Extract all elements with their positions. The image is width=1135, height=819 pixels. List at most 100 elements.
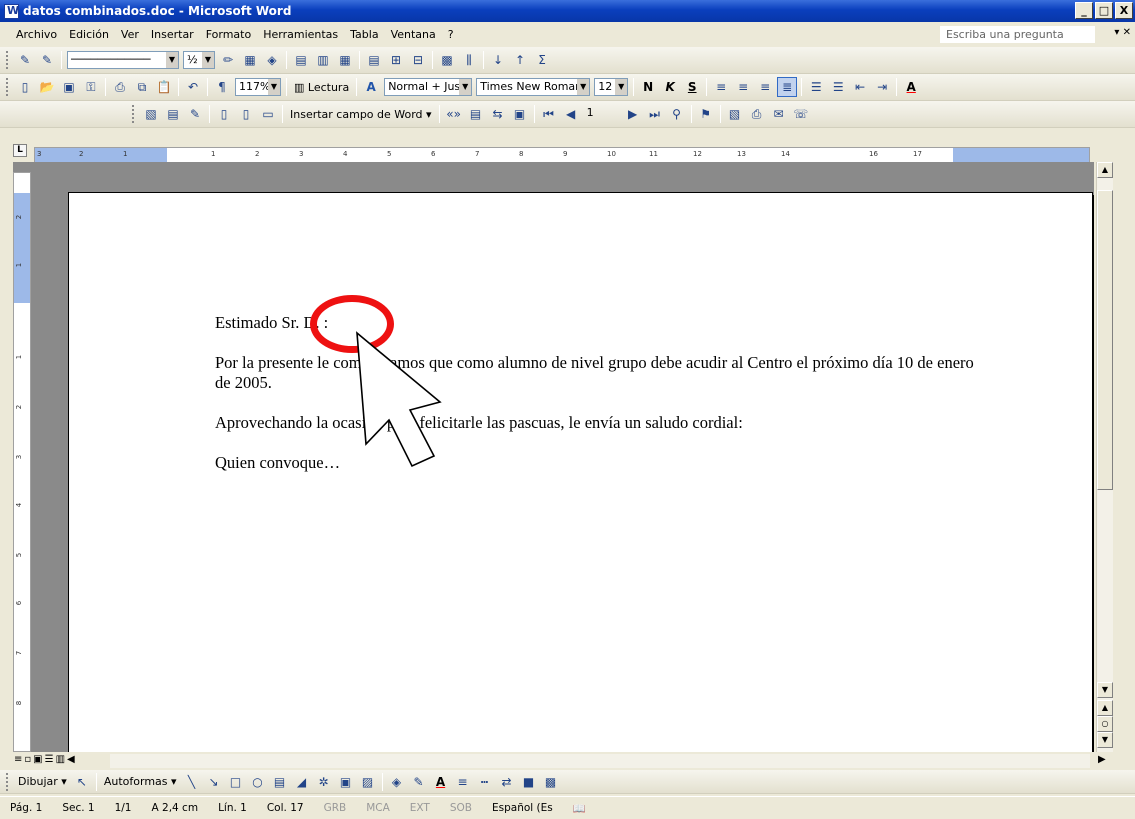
- undo-icon[interactable]: ↶: [183, 77, 203, 97]
- record-number-input[interactable]: 1: [584, 105, 620, 123]
- shading-icon[interactable]: ◈: [262, 50, 282, 70]
- status-extend[interactable]: EXT: [400, 802, 440, 814]
- picture-icon[interactable]: ▨: [358, 772, 378, 792]
- reading-view-icon[interactable]: ▥: [56, 754, 65, 765]
- prev-page-icon[interactable]: ▲: [1097, 700, 1113, 716]
- toolbar-grip[interactable]: [6, 78, 10, 96]
- paragraph-notice[interactable]: Por la presente le comunicamos que como …: [215, 353, 975, 393]
- insert-fields-icon[interactable]: ▭: [258, 104, 278, 124]
- find-entry-icon[interactable]: ⚲: [667, 104, 687, 124]
- insert-word-field-button[interactable]: Insertar campo de Word ▾: [286, 108, 436, 121]
- match-fields-icon[interactable]: ⇆: [488, 104, 508, 124]
- align-left-icon[interactable]: ≡: [711, 77, 731, 97]
- decrease-indent-icon[interactable]: ⇤: [850, 77, 870, 97]
- last-record-icon[interactable]: ⏭: [645, 104, 665, 124]
- status-record-macro[interactable]: GRB: [314, 802, 357, 814]
- next-record-icon[interactable]: ▶: [623, 104, 643, 124]
- insert-address-icon[interactable]: ▯: [214, 104, 234, 124]
- edit2-icon[interactable]: ✎: [37, 50, 57, 70]
- autosum-icon[interactable]: Σ: [532, 50, 552, 70]
- font-select[interactable]: Times New Roman ▼: [476, 78, 591, 96]
- bullets-icon[interactable]: ☰: [828, 77, 848, 97]
- toolbar-grip[interactable]: [132, 105, 136, 123]
- line-width-select[interactable]: ½ ▼: [183, 51, 215, 69]
- next-page-icon[interactable]: ▼: [1097, 732, 1113, 748]
- copy-icon[interactable]: ⧉: [132, 77, 152, 97]
- main-doc-setup-icon[interactable]: ▧: [141, 104, 161, 124]
- draw-menu-button[interactable]: Dibujar ▾: [14, 775, 71, 788]
- view-merged-icon[interactable]: «»: [444, 104, 464, 124]
- oval-icon[interactable]: ○: [248, 772, 268, 792]
- menu-formato[interactable]: Formato: [200, 28, 258, 41]
- border-icon[interactable]: ▦: [240, 50, 260, 70]
- rectangle-icon[interactable]: □: [226, 772, 246, 792]
- paragraph-signature[interactable]: Quien convoque…: [215, 453, 975, 473]
- zoom-select[interactable]: 117% ▼: [235, 78, 281, 96]
- permission-icon[interactable]: ⚿: [81, 77, 101, 97]
- open-data-source-icon[interactable]: ▤: [163, 104, 183, 124]
- menu-herramientas[interactable]: Herramientas: [257, 28, 344, 41]
- vertical-scrollbar[interactable]: ▲ ▼ ▲ ○ ▼: [1096, 162, 1113, 752]
- first-record-icon[interactable]: ⏮: [539, 104, 559, 124]
- open-icon[interactable]: 📂: [37, 77, 57, 97]
- arrow-style-icon[interactable]: ⇄: [497, 772, 517, 792]
- insert-greeting-icon[interactable]: ▯: [236, 104, 256, 124]
- dash-style-icon[interactable]: ┅: [475, 772, 495, 792]
- style-select[interactable]: Normal + Justifi ▼: [384, 78, 473, 96]
- horizontal-scrollbar[interactable]: [110, 754, 1090, 768]
- insert-table-icon[interactable]: ▤: [291, 50, 311, 70]
- align-right-icon[interactable]: ≡: [755, 77, 775, 97]
- previous-record-icon[interactable]: ◀: [561, 104, 581, 124]
- scroll-thumb[interactable]: [1097, 190, 1113, 490]
- menu-archivo[interactable]: Archivo: [10, 28, 63, 41]
- increase-indent-icon[interactable]: ⇥: [872, 77, 892, 97]
- word-app-icon[interactable]: [4, 3, 19, 19]
- arrow-icon[interactable]: ↘: [204, 772, 224, 792]
- text-color-icon[interactable]: A: [431, 772, 451, 792]
- maximize-button[interactable]: □: [1095, 2, 1113, 19]
- font-color-button[interactable]: A: [901, 77, 921, 97]
- merge-to-email-icon[interactable]: ✉: [769, 104, 789, 124]
- menu-ver[interactable]: Ver: [115, 28, 145, 41]
- autoformat-icon[interactable]: ▩: [437, 50, 457, 70]
- styles-pane-icon[interactable]: A: [361, 77, 381, 97]
- select-objects-icon[interactable]: ↖: [72, 772, 92, 792]
- menu-tabla[interactable]: Tabla: [344, 28, 384, 41]
- line-color-icon[interactable]: ✎: [409, 772, 429, 792]
- print-view-icon[interactable]: ▣: [33, 754, 42, 765]
- paste-icon[interactable]: 📋: [154, 77, 174, 97]
- align-cell-icon[interactable]: ▤: [364, 50, 384, 70]
- status-overtype[interactable]: SOB: [440, 802, 482, 814]
- menu-insertar[interactable]: Insertar: [145, 28, 200, 41]
- check-errors-icon[interactable]: ⚑: [696, 104, 716, 124]
- distribute-cols-icon[interactable]: ⊟: [408, 50, 428, 70]
- scroll-left-icon[interactable]: ◀: [67, 754, 75, 765]
- fill-color-icon[interactable]: ◈: [387, 772, 407, 792]
- diagram-icon[interactable]: ✲: [314, 772, 334, 792]
- merge-to-fax-icon[interactable]: ☏: [791, 104, 811, 124]
- split-cells-icon[interactable]: ▦: [335, 50, 355, 70]
- document-page[interactable]: Estimado Sr. D. : Por la presente le com…: [68, 192, 1093, 752]
- scroll-up-icon[interactable]: ▲: [1097, 162, 1113, 178]
- ask-close-icon[interactable]: ▾ ✕: [1114, 27, 1131, 38]
- distribute-rows-icon[interactable]: ⊞: [386, 50, 406, 70]
- bold-button[interactable]: N: [638, 77, 658, 97]
- show-marks-icon[interactable]: ¶: [212, 77, 232, 97]
- merge-to-doc-icon[interactable]: ▧: [725, 104, 745, 124]
- merge-cells-icon[interactable]: ▥: [313, 50, 333, 70]
- outline-view-icon[interactable]: ☰: [45, 754, 54, 765]
- sort-desc-icon[interactable]: ↑: [510, 50, 530, 70]
- line-icon[interactable]: ╲: [182, 772, 202, 792]
- align-center-icon[interactable]: ≡: [733, 77, 753, 97]
- justify-icon[interactable]: ≣: [777, 77, 798, 97]
- toolbar-grip[interactable]: [6, 772, 10, 791]
- vertical-ruler[interactable]: 2 1 1 2 3 4 5 6 7 8: [13, 172, 31, 752]
- ask-question-box[interactable]: Escriba una pregunta: [940, 26, 1095, 43]
- sort-asc-icon[interactable]: ↓: [488, 50, 508, 70]
- numbering-icon[interactable]: ☰: [806, 77, 826, 97]
- recipients-icon[interactable]: ✎: [185, 104, 205, 124]
- scroll-right-icon[interactable]: ▶: [1098, 754, 1106, 765]
- shadow-icon[interactable]: ■: [519, 772, 539, 792]
- paragraph-greeting[interactable]: Aprovechando la ocasión para felicitarle…: [215, 413, 975, 433]
- menu-edicion[interactable]: Edición: [63, 28, 115, 41]
